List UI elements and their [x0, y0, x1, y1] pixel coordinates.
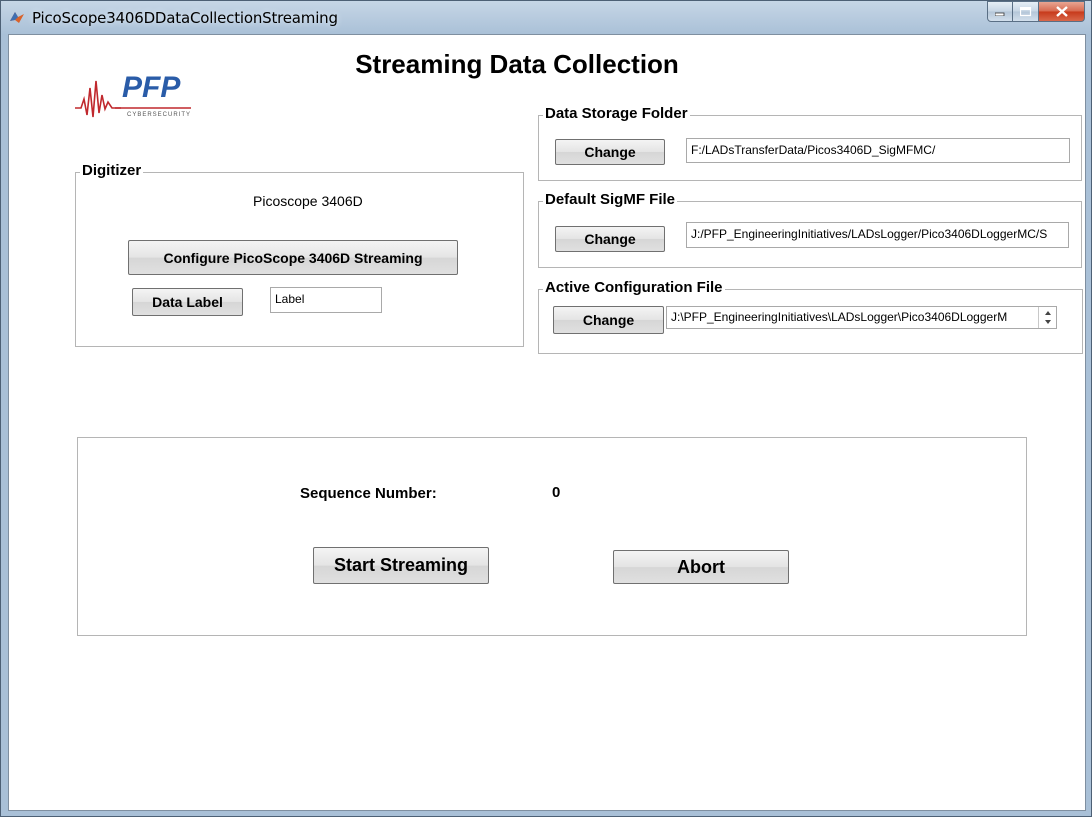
matlab-icon: [10, 12, 24, 23]
minimize-button[interactable]: [987, 1, 1013, 22]
minimize-icon: [995, 12, 1005, 16]
digitizer-panel-title: Digitizer: [80, 162, 144, 179]
device-name: Picoscope 3406D: [253, 193, 363, 209]
start-streaming-button[interactable]: Start Streaming: [313, 547, 489, 584]
maximize-icon: [1019, 6, 1031, 16]
title-bar[interactable]: PicoScope3406DDataCollectionStreaming: [1, 1, 1091, 33]
config-path-text: J:\PFP_EngineeringInitiatives\LADsLogger…: [671, 310, 1008, 324]
window-title: PicoScope3406DDataCollectionStreaming: [32, 9, 338, 27]
sigmf-path-field[interactable]: J:/PFP_EngineeringInitiatives/LADsLogger…: [686, 222, 1069, 248]
config-panel-title: Active Configuration File: [543, 279, 725, 296]
maximize-button[interactable]: [1013, 1, 1039, 22]
storage-panel: Data Storage Folder Change F:/LADsTransf…: [538, 105, 1082, 181]
sequence-number-value: 0: [552, 484, 561, 501]
app-window: PicoScope3406DDataCollectionStreaming St…: [0, 0, 1092, 817]
configure-streaming-button[interactable]: Configure PicoScope 3406D Streaming: [128, 240, 458, 275]
sequence-number-label: Sequence Number:: [300, 485, 437, 502]
config-panel: Active Configuration File Change J:\PFP_…: [538, 279, 1083, 354]
config-path-spinner[interactable]: [1038, 307, 1056, 328]
logo-tagline: CYBERSECURITY: [127, 112, 191, 118]
sigmf-change-button[interactable]: Change: [555, 226, 665, 252]
chevron-up-icon[interactable]: [1040, 308, 1056, 317]
sigmf-panel-title: Default SigMF File: [543, 191, 678, 208]
streaming-control-panel: Sequence Number: 0 Start Streaming Abort: [77, 437, 1027, 636]
storage-change-button[interactable]: Change: [555, 139, 665, 165]
chevron-down-icon[interactable]: [1040, 318, 1056, 327]
window-controls: [987, 1, 1085, 22]
storage-panel-title: Data Storage Folder: [543, 105, 690, 122]
config-change-button[interactable]: Change: [553, 306, 664, 334]
figure-area: Streaming Data Collection PFP CYBERSECUR…: [8, 34, 1086, 811]
abort-button[interactable]: Abort: [613, 550, 789, 584]
sigmf-panel: Default SigMF File Change J:/PFP_Enginee…: [538, 191, 1082, 268]
storage-path-field[interactable]: F:/LADsTransferData/Picos3406D_SigMFMC/: [686, 138, 1070, 163]
pfp-logo: PFP CYBERSECURITY: [75, 71, 191, 118]
logo-text: PFP: [122, 71, 181, 104]
close-button[interactable]: [1039, 1, 1085, 22]
data-label-field[interactable]: Label: [270, 287, 382, 313]
config-path-field[interactable]: J:\PFP_EngineeringInitiatives\LADsLogger…: [666, 306, 1057, 329]
close-icon: [1055, 6, 1068, 17]
data-label-button[interactable]: Data Label: [132, 288, 243, 316]
digitizer-panel: Digitizer Picoscope 3406D Configure Pico…: [75, 162, 524, 347]
